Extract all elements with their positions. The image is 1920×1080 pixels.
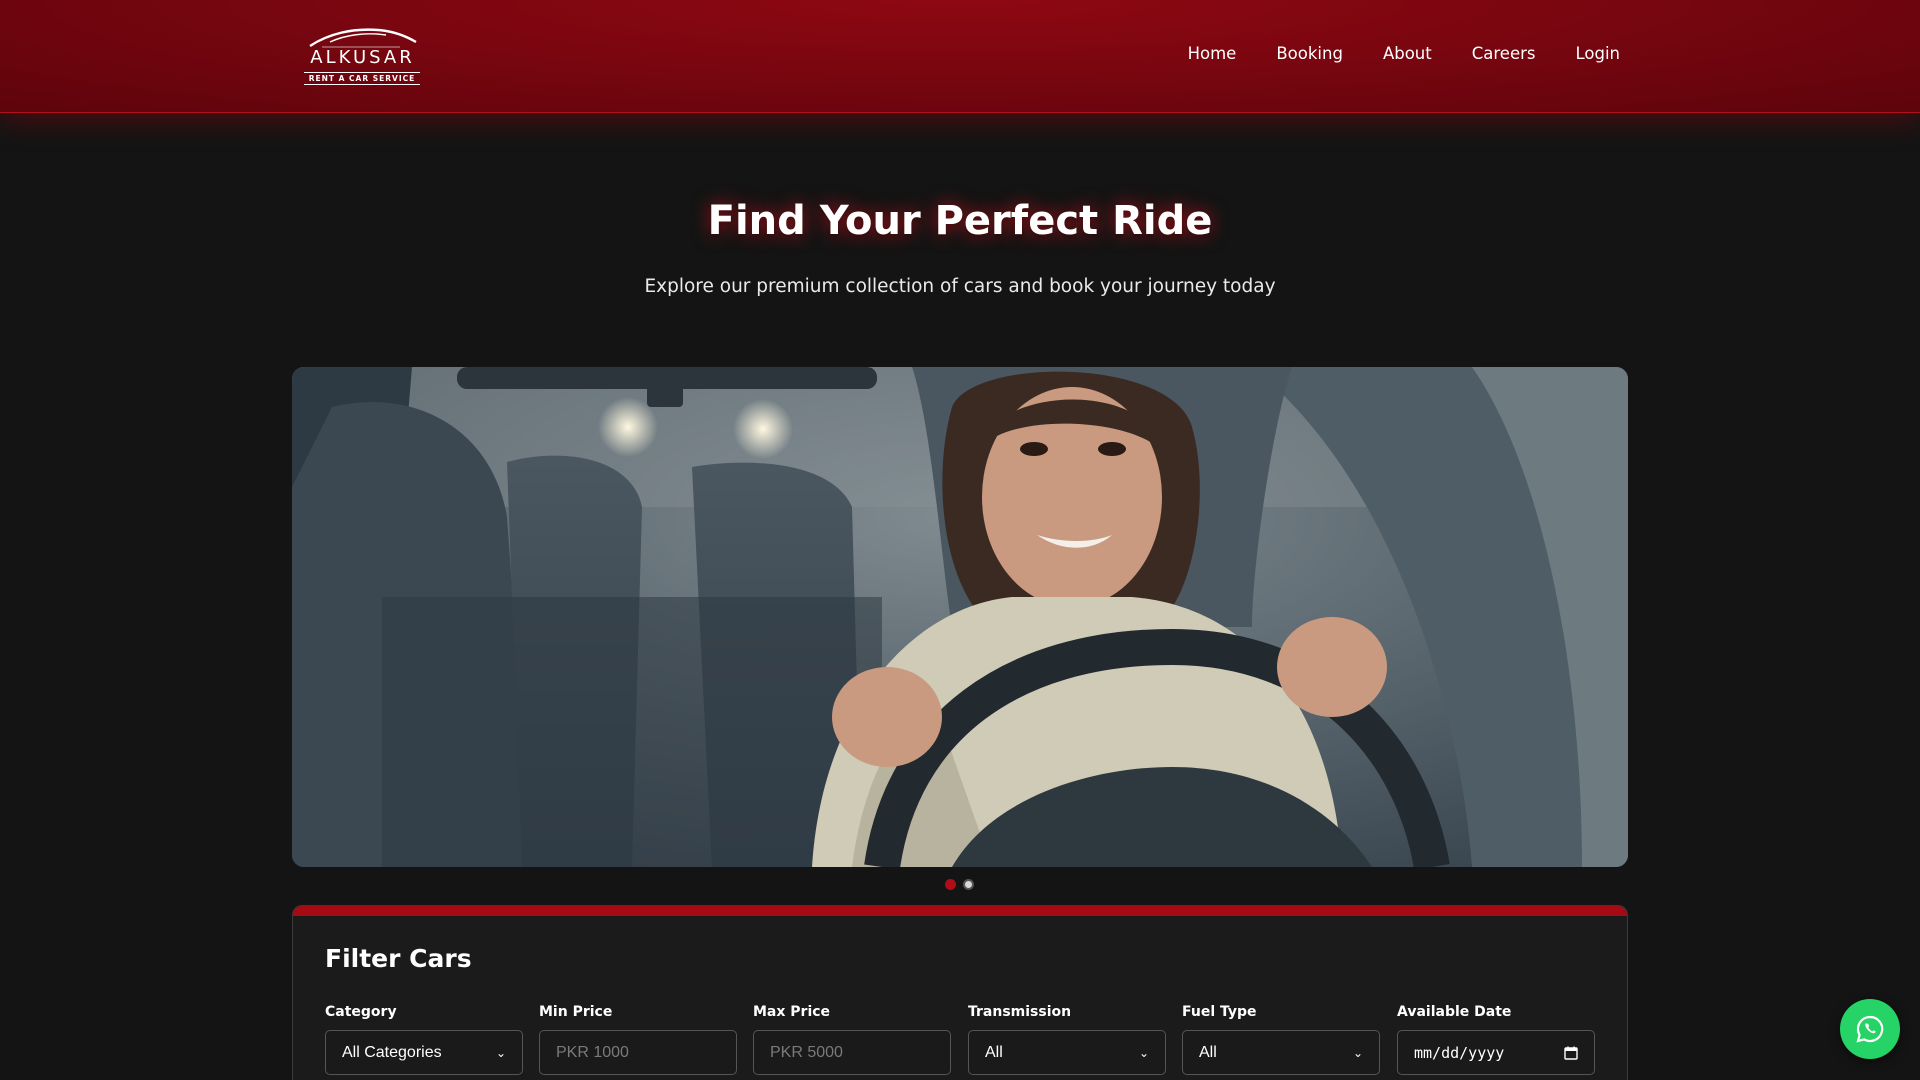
slider-dot-2[interactable] [963,879,974,890]
category-select[interactable]: All Categories ⌄ [325,1030,523,1075]
whatsapp-chat-button[interactable] [1840,999,1900,1059]
filter-accent-bar [293,906,1627,916]
top-navbar: ALKUSAR RENT A CAR SERVICE Home Booking … [0,0,1920,113]
hero-image-slider[interactable] [292,367,1628,867]
transmission-value: All [985,1043,1003,1061]
calendar-icon[interactable] [1564,1046,1578,1060]
brand-tagline: RENT A CAR SERVICE [304,72,420,85]
nav-link-home[interactable]: Home [1188,44,1237,63]
available-date-input[interactable]: mm/dd/yyyy [1397,1030,1595,1075]
filter-title: Filter Cars [325,944,472,973]
hero-title: Find Your Perfect Ride [707,198,1213,244]
category-value: All Categories [342,1043,442,1061]
slider-pagination [945,879,974,890]
available-date-label: Available Date [1397,1004,1512,1020]
min-price-input[interactable]: PKR 1000 [539,1030,737,1075]
max-price-input[interactable]: PKR 5000 [753,1030,951,1075]
category-field: Category All Categories ⌄ [325,1004,523,1075]
hero-subtitle: Explore our premium collection of cars a… [644,276,1276,297]
available-date-placeholder: mm/dd/yyyy [1414,1043,1505,1062]
category-label: Category [325,1004,397,1020]
min-price-label: Min Price [539,1004,613,1020]
whatsapp-icon [1856,1015,1884,1043]
slider-dot-1[interactable] [945,879,956,890]
max-price-field: Max Price PKR 5000 [753,1004,951,1075]
brand-name: ALKUSAR [310,47,415,68]
filter-cars-panel: Filter Cars Category All Categories ⌄ Mi… [292,905,1628,1080]
max-price-label: Max Price [753,1004,831,1020]
chevron-down-icon: ⌄ [495,1045,506,1060]
transmission-select[interactable]: All ⌄ [968,1030,1166,1075]
chevron-down-icon: ⌄ [1138,1045,1149,1060]
nav-link-login[interactable]: Login [1575,44,1620,63]
nav-link-booking[interactable]: Booking [1276,44,1343,63]
nav-link-careers[interactable]: Careers [1472,44,1536,63]
min-price-placeholder: PKR 1000 [556,1043,629,1061]
fuel-type-label: Fuel Type [1182,1004,1257,1020]
transmission-field: Transmission All ⌄ [968,1004,1166,1075]
fuel-type-select[interactable]: All ⌄ [1182,1030,1380,1075]
fuel-type-value: All [1199,1043,1217,1061]
available-date-field: Available Date mm/dd/yyyy [1397,1004,1595,1075]
chevron-down-icon: ⌄ [1352,1045,1363,1060]
brand-logo[interactable]: ALKUSAR RENT A CAR SERVICE [300,22,425,88]
max-price-placeholder: PKR 5000 [770,1043,843,1061]
nav-link-about[interactable]: About [1383,44,1432,63]
min-price-field: Min Price PKR 1000 [539,1004,737,1075]
woman-driving-photo [292,367,1628,867]
transmission-label: Transmission [968,1004,1072,1020]
fuel-type-field: Fuel Type All ⌄ [1182,1004,1380,1075]
main-nav: Home Booking About Careers Login [1188,44,1620,63]
